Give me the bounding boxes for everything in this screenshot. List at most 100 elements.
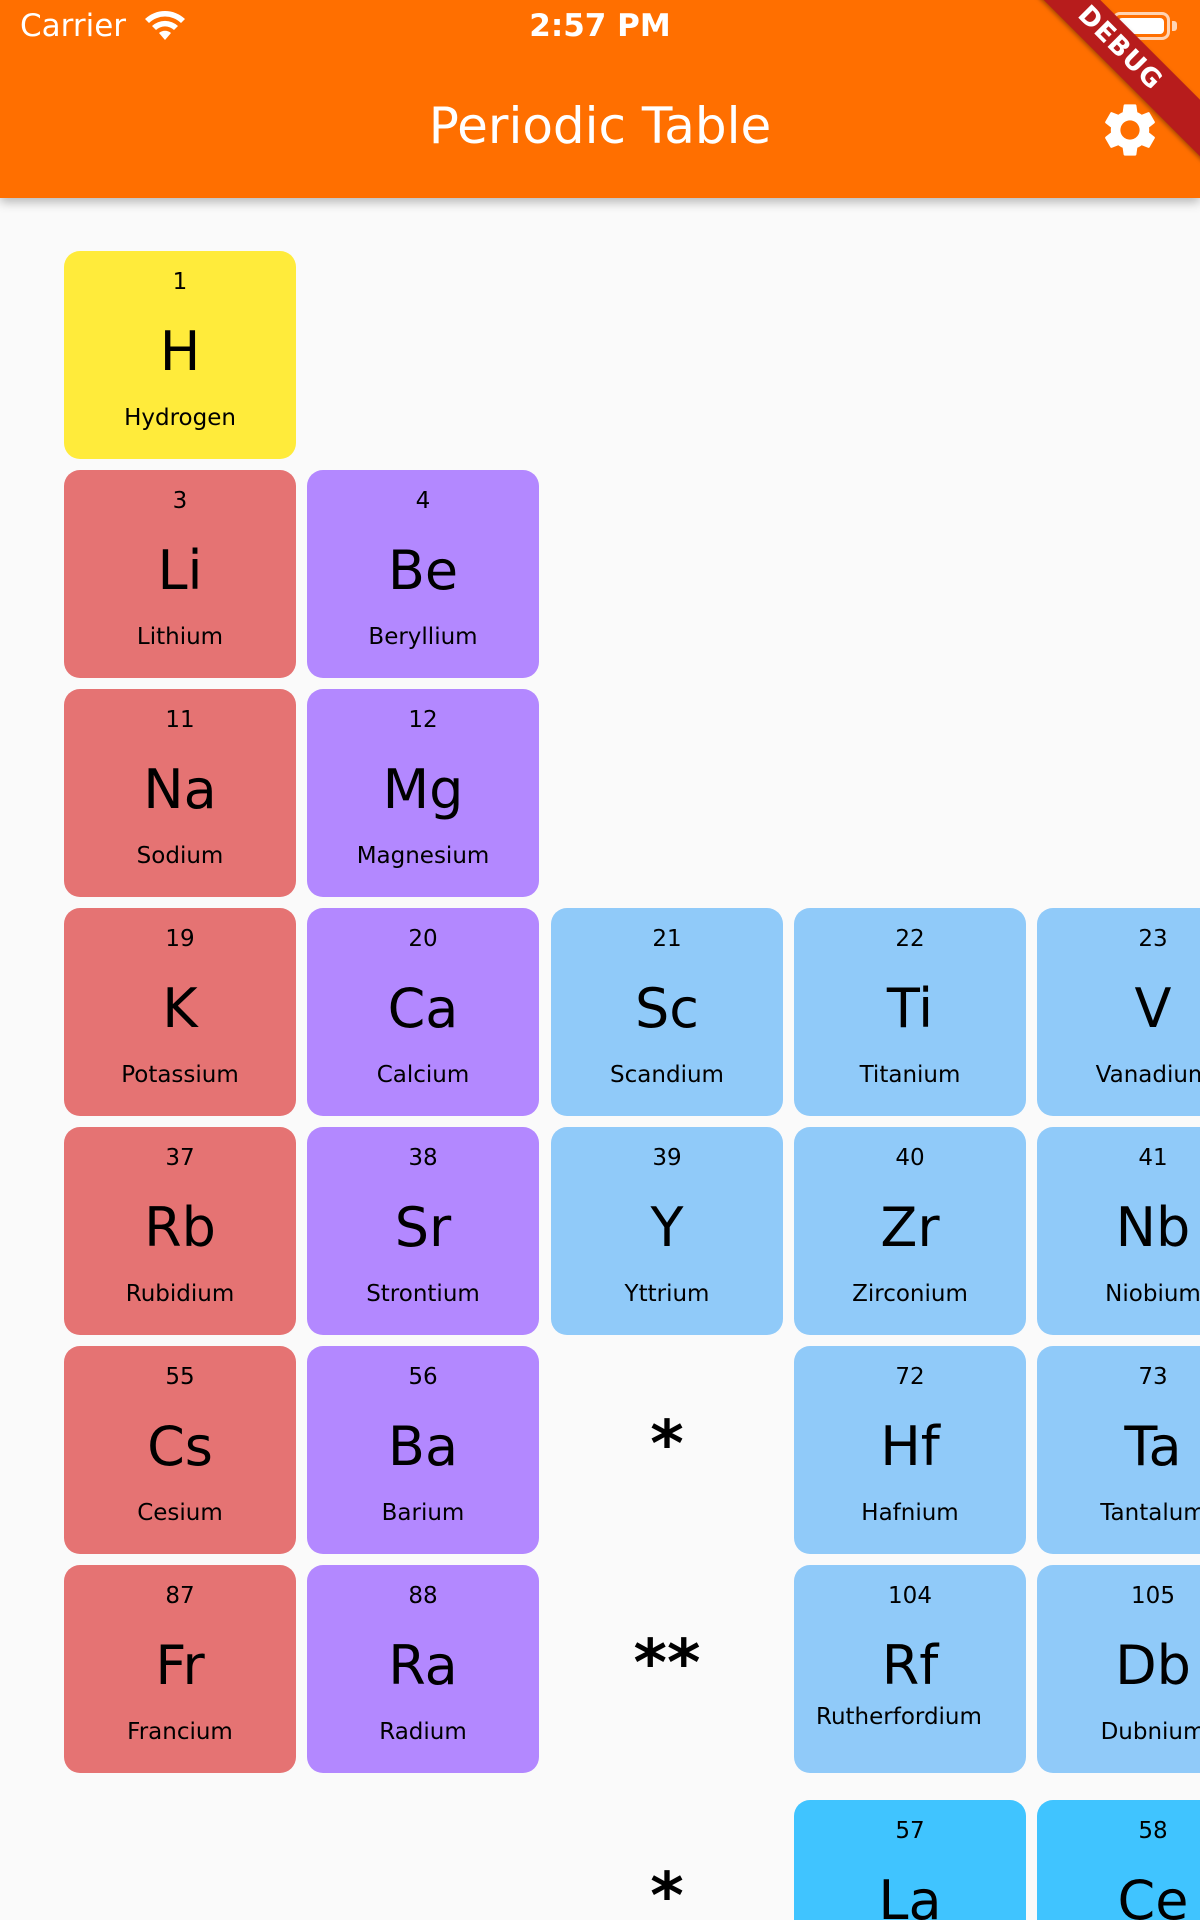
actinide-marker: ** bbox=[633, 1627, 701, 1701]
element-symbol: H bbox=[159, 320, 201, 383]
element-tile-ba[interactable]: 56 Ba Barium bbox=[307, 1346, 539, 1554]
element-tile-mg[interactable]: 12 Mg Magnesium bbox=[307, 689, 539, 897]
element-name: Dubnium bbox=[1100, 1719, 1200, 1745]
element-symbol: Ce bbox=[1117, 1869, 1189, 1920]
status-time: 2:57 PM bbox=[529, 8, 671, 44]
element-tile-rf[interactable]: 104 Rf Rutherfordium bbox=[794, 1565, 1026, 1773]
element-symbol: Rb bbox=[144, 1196, 216, 1259]
element-symbol: Ca bbox=[387, 977, 459, 1040]
element-tile-db[interactable]: 105 Db Dubnium bbox=[1037, 1565, 1200, 1773]
element-name: Barium bbox=[381, 1500, 465, 1526]
atomic-number: 1 bbox=[172, 269, 188, 295]
atomic-number: 3 bbox=[172, 488, 188, 514]
page-title: Periodic Table bbox=[428, 97, 772, 155]
element-name: Potassium bbox=[121, 1062, 239, 1088]
element-tile-nb[interactable]: 41 Nb Niobium bbox=[1037, 1127, 1200, 1335]
atomic-number: 37 bbox=[165, 1145, 195, 1171]
element-tile-na[interactable]: 11 Na Sodium bbox=[64, 689, 296, 897]
element-symbol: Ta bbox=[1124, 1415, 1182, 1478]
atomic-number: 22 bbox=[895, 926, 925, 952]
element-name: Hydrogen bbox=[124, 405, 236, 431]
atomic-number: 39 bbox=[652, 1145, 682, 1171]
element-tile-fr[interactable]: 87 Fr Francium bbox=[64, 1565, 296, 1773]
lanthanide-row-marker: * bbox=[650, 1860, 684, 1920]
lanthanide-marker: * bbox=[650, 1408, 684, 1482]
element-name: Magnesium bbox=[356, 843, 490, 869]
atomic-number: 58 bbox=[1138, 1818, 1168, 1844]
app-bar: Carrier 2:57 PM Periodic Table bbox=[0, 0, 1200, 198]
atomic-number: 72 bbox=[895, 1364, 925, 1390]
element-tile-ca[interactable]: 20 Ca Calcium bbox=[307, 908, 539, 1116]
atomic-number: 41 bbox=[1138, 1145, 1168, 1171]
element-name: Hafnium bbox=[861, 1500, 959, 1526]
element-symbol: Hf bbox=[880, 1415, 940, 1478]
element-symbol: Db bbox=[1115, 1634, 1191, 1697]
element-tile-ra[interactable]: 88 Ra Radium bbox=[307, 1565, 539, 1773]
element-name: Calcium bbox=[376, 1062, 470, 1088]
element-name: Vanadium bbox=[1095, 1062, 1200, 1088]
element-symbol: Be bbox=[387, 539, 459, 602]
element-name: Sodium bbox=[136, 843, 224, 869]
atomic-number: 105 bbox=[1131, 1583, 1175, 1609]
atomic-number: 12 bbox=[408, 707, 438, 733]
status-bar: Carrier 2:57 PM bbox=[0, 0, 1200, 56]
element-tile-ti[interactable]: 22 Ti Titanium bbox=[794, 908, 1026, 1116]
atomic-number: 20 bbox=[408, 926, 438, 952]
element-symbol: Y bbox=[650, 1196, 684, 1259]
element-tile-cs[interactable]: 55 Cs Cesium bbox=[64, 1346, 296, 1554]
element-name: Tantalum bbox=[1100, 1500, 1200, 1526]
element-symbol: Zr bbox=[880, 1196, 940, 1259]
element-tile-v[interactable]: 23 V Vanadium bbox=[1037, 908, 1200, 1116]
element-symbol: V bbox=[1134, 977, 1172, 1040]
element-name: Beryllium bbox=[368, 624, 478, 650]
element-name: Scandium bbox=[610, 1062, 724, 1088]
element-name: Yttrium bbox=[624, 1281, 710, 1307]
element-tile-hf[interactable]: 72 Hf Hafnium bbox=[794, 1346, 1026, 1554]
atomic-number: 11 bbox=[165, 707, 195, 733]
atomic-number: 87 bbox=[165, 1583, 195, 1609]
element-name: Strontium bbox=[366, 1281, 480, 1307]
atomic-number: 23 bbox=[1138, 926, 1168, 952]
element-symbol: Sc bbox=[635, 977, 699, 1040]
element-tile-h[interactable]: 1 H Hydrogen bbox=[64, 251, 296, 459]
element-name: Lithium bbox=[136, 624, 224, 650]
element-symbol: Na bbox=[143, 758, 217, 821]
element-tile-zr[interactable]: 40 Zr Zirconium bbox=[794, 1127, 1026, 1335]
element-name: Francium bbox=[127, 1719, 233, 1745]
element-name: Zirconium bbox=[852, 1281, 968, 1307]
element-tile-y[interactable]: 39 Y Yttrium bbox=[551, 1127, 783, 1335]
atomic-number: 55 bbox=[165, 1364, 195, 1390]
element-tile-sr[interactable]: 38 Sr Strontium bbox=[307, 1127, 539, 1335]
atomic-number: 19 bbox=[165, 926, 195, 952]
element-symbol: Ba bbox=[387, 1415, 459, 1478]
atomic-number: 104 bbox=[888, 1583, 932, 1609]
atomic-number: 38 bbox=[408, 1145, 438, 1171]
element-symbol: Mg bbox=[382, 758, 464, 821]
element-tile-li[interactable]: 3 Li Lithium bbox=[64, 470, 296, 678]
element-symbol: K bbox=[162, 977, 198, 1040]
element-symbol: Ti bbox=[886, 977, 934, 1040]
atomic-number: 40 bbox=[895, 1145, 925, 1171]
element-tile-be[interactable]: 4 Be Beryllium bbox=[307, 470, 539, 678]
app-root: { "status_bar": { "carrier": "Carrier", … bbox=[0, 0, 1200, 1920]
element-symbol: Sr bbox=[394, 1196, 452, 1259]
element-tile-sc[interactable]: 21 Sc Scandium bbox=[551, 908, 783, 1116]
atomic-number: 56 bbox=[408, 1364, 438, 1390]
atomic-number: 21 bbox=[652, 926, 682, 952]
element-tile-k[interactable]: 19 K Potassium bbox=[64, 908, 296, 1116]
element-tile-rb[interactable]: 37 Rb Rubidium bbox=[64, 1127, 296, 1335]
element-name: Rubidium bbox=[125, 1281, 235, 1307]
element-symbol: Nb bbox=[1115, 1196, 1191, 1259]
element-tile-la[interactable]: 57 La bbox=[794, 1800, 1026, 1920]
element-symbol: Ra bbox=[388, 1634, 458, 1697]
atomic-number: 88 bbox=[408, 1583, 438, 1609]
element-symbol: La bbox=[878, 1869, 942, 1920]
element-name: Titanium bbox=[859, 1062, 961, 1088]
element-symbol: Rf bbox=[881, 1634, 939, 1697]
atomic-number: 73 bbox=[1138, 1364, 1168, 1390]
atomic-number: 57 bbox=[895, 1818, 925, 1844]
element-name: Rutherfordium bbox=[816, 1704, 982, 1730]
element-tile-ce[interactable]: 58 Ce bbox=[1037, 1800, 1200, 1920]
element-symbol: Cs bbox=[147, 1415, 213, 1478]
element-tile-ta[interactable]: 73 Ta Tantalum bbox=[1037, 1346, 1200, 1554]
